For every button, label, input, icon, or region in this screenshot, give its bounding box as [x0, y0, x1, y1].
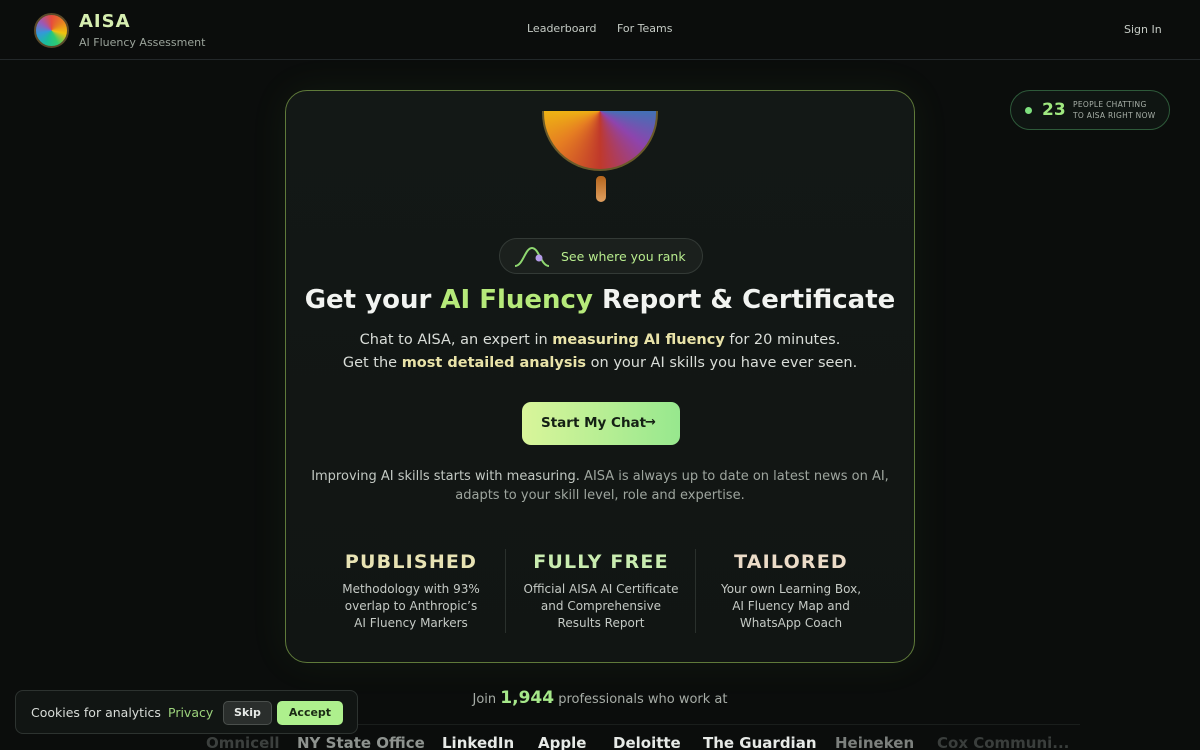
- cookie-accept-button[interactable]: Accept: [277, 701, 343, 725]
- note1-pre: Improving AI skills starts with measurin…: [311, 469, 580, 484]
- nav-leaderboard-link[interactable]: Leaderboard: [527, 22, 596, 35]
- note-line-1: Improving AI skills starts with measurin…: [306, 469, 894, 484]
- page-headline: Get your AI Fluency Report & Certificate: [286, 285, 914, 315]
- feature-description: Methodology with 93% overlap to Anthropi…: [316, 581, 506, 632]
- lead-line-2: Get the most detailed analysis on your A…: [286, 355, 914, 371]
- feature-desc-line: Methodology with 93%: [342, 582, 480, 596]
- brand-subtitle: AI Fluency Assessment: [79, 36, 206, 49]
- live-count: 23: [1042, 100, 1066, 120]
- privacy-link[interactable]: Privacy: [168, 705, 213, 720]
- join-post: professionals who work at: [558, 692, 728, 707]
- lead1-post: for 20 minutes.: [729, 332, 841, 348]
- feature-desc-line: overlap to Anthropic’s: [344, 599, 478, 613]
- feature-fully-free: FULLY FREE Official AISA AI Certificate …: [506, 551, 696, 632]
- note-line-2: adapts to your skill level, role and exp…: [455, 488, 745, 503]
- company-apple: Apple: [538, 734, 587, 750]
- join-count: 1,944: [500, 688, 555, 708]
- hero-card: See where you rank Get your AI Fluency R…: [285, 90, 915, 663]
- lead1-pre: Chat to AISA, an expert in: [359, 332, 548, 348]
- lead2-accent: most detailed analysis: [401, 355, 587, 371]
- company-cox-communications: Cox Communi...: [937, 734, 1070, 750]
- live-chatting-indicator: 23 PEOPLE CHATTING TO AISA RIGHT NOW: [1010, 90, 1170, 130]
- live-label-line1: PEOPLE CHATTING: [1073, 100, 1147, 109]
- bell-curve-icon: [514, 246, 550, 267]
- live-label: PEOPLE CHATTING TO AISA RIGHT NOW: [1073, 99, 1169, 121]
- start-my-chat-button[interactable]: Start My Chat →: [522, 402, 680, 445]
- feature-desc-line: and Comprehensive: [540, 599, 662, 613]
- company-omnicell: Omnicell: [206, 734, 280, 750]
- feature-tailored: TAILORED Your own Learning Box, AI Fluen…: [696, 551, 886, 632]
- aisa-logo-icon[interactable]: [34, 13, 69, 48]
- feature-title: TAILORED: [734, 551, 848, 573]
- cookie-consent-bar: Cookies for analytics Privacy Skip Accep…: [15, 690, 358, 734]
- feature-published: PUBLISHED Methodology with 93% overlap t…: [316, 551, 506, 632]
- feature-desc-line: Official AISA AI Certificate: [523, 582, 679, 596]
- brand-name[interactable]: AISA: [79, 11, 131, 32]
- citrus-orb-image: [542, 111, 658, 171]
- company-ny-state-office: NY State Office: [297, 734, 425, 750]
- drip-image: [596, 176, 606, 202]
- headline-accent: AI Fluency: [440, 285, 593, 315]
- cookie-skip-button[interactable]: Skip: [223, 701, 272, 725]
- company-linkedin: LinkedIn: [442, 734, 515, 750]
- lead2-pre: Get the: [342, 355, 398, 371]
- nav-for-teams-link[interactable]: For Teams: [617, 22, 673, 35]
- rank-pill-label: See where you rank: [561, 249, 686, 264]
- feature-title: FULLY FREE: [533, 551, 669, 573]
- feature-desc-line: Results Report: [557, 616, 645, 630]
- join-pre: Join: [472, 692, 497, 707]
- feature-desc-line: Your own Learning Box,: [720, 582, 862, 596]
- headline-post: Report & Certificate: [601, 285, 896, 315]
- feature-description: Official AISA AI Certificate and Compreh…: [506, 581, 696, 632]
- feature-desc-line: AI Fluency Map and: [732, 599, 850, 613]
- lead1-accent: measuring AI fluency: [552, 332, 725, 348]
- feature-desc-line: AI Fluency Markers: [354, 616, 468, 630]
- company-deloitte: Deloitte: [613, 734, 681, 750]
- top-navigation-bar: AISA AI Fluency Assessment Leaderboard F…: [0, 0, 1200, 60]
- live-dot-icon: [1025, 107, 1032, 114]
- feature-description: Your own Learning Box, AI Fluency Map an…: [696, 581, 886, 632]
- feature-desc-line: WhatsApp Coach: [739, 616, 843, 630]
- live-label-line2: TO AISA RIGHT NOW: [1073, 111, 1156, 120]
- headline-pre: Get your: [304, 285, 432, 315]
- see-where-you-rank-badge[interactable]: See where you rank: [499, 238, 703, 274]
- company-heineken: Heineken: [835, 734, 915, 750]
- arrow-right-icon: →: [645, 415, 656, 430]
- sign-in-link[interactable]: Sign In: [1124, 23, 1162, 36]
- lead-line-1: Chat to AISA, an expert in measuring AI …: [286, 332, 914, 348]
- company-the-guardian: The Guardian: [703, 734, 817, 750]
- feature-title: PUBLISHED: [344, 551, 478, 573]
- lead2-post: on your AI skills you have ever seen.: [590, 355, 858, 371]
- cta-label: Start My Chat: [541, 415, 647, 431]
- cookie-text: Cookies for analytics: [31, 705, 161, 720]
- note1-post: AISA is always up to date on latest news…: [584, 469, 889, 484]
